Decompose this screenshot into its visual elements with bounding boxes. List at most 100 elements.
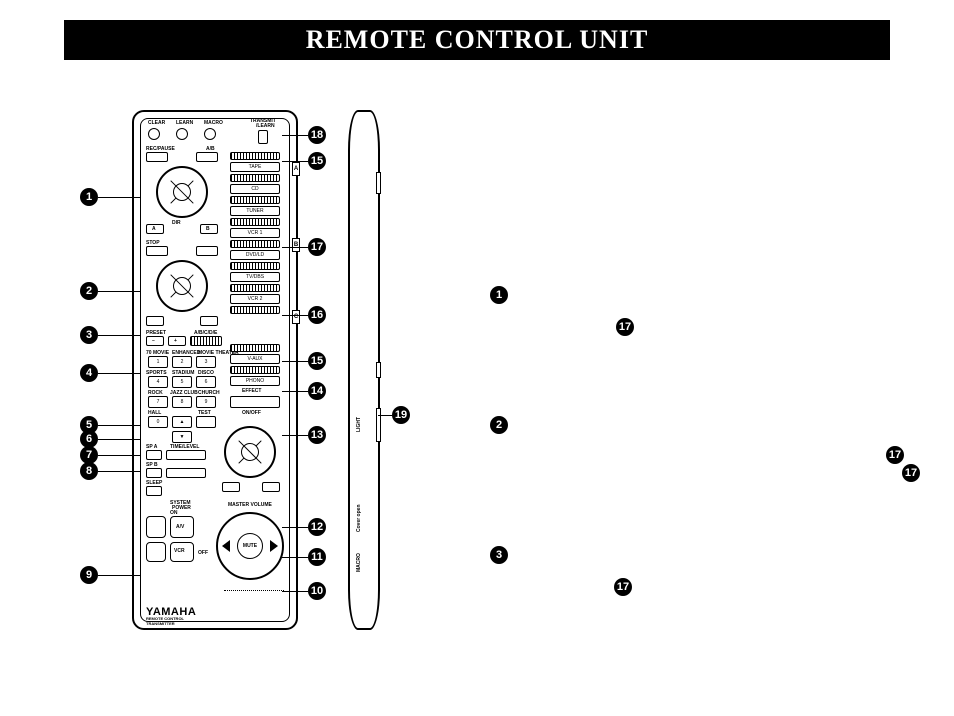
label-master-volume: MASTER VOLUME (228, 502, 272, 508)
callout-text-3-17: 17 (886, 446, 904, 464)
dpad-menu[interactable] (224, 426, 276, 478)
dsp-key-1[interactable]: 1 (148, 356, 168, 368)
remote-front: CLEAR LEARN MACRO TRANSMIT /LEARN REC/PA… (132, 110, 298, 630)
input-wave-2 (230, 174, 280, 182)
callout-right-12: 12 (308, 518, 326, 536)
leader-line (282, 591, 308, 592)
callout-right-13: 13 (308, 426, 326, 444)
spb-button[interactable] (146, 468, 162, 478)
clear-button[interactable] (148, 128, 160, 140)
rec-pause-button[interactable] (146, 152, 168, 162)
sleep-button[interactable] (146, 486, 162, 496)
callout-right-17: 17 (308, 238, 326, 256)
input-wave-8 (230, 306, 280, 314)
dsp-key-4[interactable]: 4 (148, 376, 168, 388)
callout-text-5-3: 3 (490, 546, 508, 564)
leader-line (282, 315, 308, 316)
label-cover-open: Cover open (356, 504, 362, 532)
timelevel-button[interactable] (166, 450, 206, 460)
dsp-key-3[interactable]: 3 (196, 356, 216, 368)
dsp-key-0[interactable]: 0 (148, 416, 168, 428)
side-tab-b[interactable]: B (292, 238, 300, 252)
side-light-button[interactable] (376, 408, 381, 442)
spa-button[interactable] (146, 450, 162, 460)
dsp-key-dn[interactable]: ▼ (172, 431, 192, 443)
dsp-key-5[interactable]: 5 (172, 376, 192, 388)
dsp-key-6[interactable]: 6 (196, 376, 216, 388)
label-clear: CLEAR (148, 120, 165, 126)
dsp-keypad-3: 7 8 9 (148, 396, 216, 408)
mute-button[interactable]: MUTE (237, 533, 263, 559)
input-tape[interactable]: TAPE (230, 162, 280, 172)
input-wave-1 (230, 152, 280, 160)
input-stack-top: TAPE CD TUNER VCR 1 DVD/LD TV/DBS VCR 2 (230, 152, 280, 316)
play-button[interactable] (196, 246, 218, 256)
label-side-macro: MACRO (356, 553, 362, 572)
side-tab-a[interactable]: A (292, 162, 300, 176)
setmenu-button[interactable] (166, 468, 206, 478)
power-buttons: ON A/V VCR OFF (146, 510, 206, 566)
input-wave-10 (230, 366, 280, 374)
stop-button[interactable] (146, 246, 168, 256)
input-vaux[interactable]: V-AUX (230, 354, 280, 364)
preset-wave (190, 336, 222, 346)
dpad2-right-button[interactable] (200, 316, 218, 326)
power-on-button[interactable] (146, 516, 166, 538)
input-vcr1[interactable]: VCR 1 (230, 228, 280, 238)
label-light: LIGHT (356, 417, 362, 432)
input-vcr2[interactable]: VCR 2 (230, 294, 280, 304)
input-phono[interactable]: PHONO (230, 376, 280, 386)
macro-button[interactable] (204, 128, 216, 140)
dsp-key-7[interactable]: 7 (148, 396, 168, 408)
dsp-key-9[interactable]: 9 (196, 396, 216, 408)
callout-right-15: 15 (308, 152, 326, 170)
label-dir-b: B (206, 226, 210, 232)
callout-left-9: 9 (80, 566, 98, 584)
leader-line (282, 391, 308, 392)
dpad-disc-center[interactable] (173, 277, 191, 295)
leader-line (98, 291, 140, 292)
master-volume-ring[interactable]: MUTE (216, 512, 284, 580)
leader-line (98, 471, 140, 472)
leader-line (282, 557, 308, 558)
dsp-key-2[interactable]: 2 (172, 356, 192, 368)
leader-line (98, 439, 140, 440)
leader-line (282, 361, 308, 362)
menu-right-button[interactable] (262, 482, 280, 492)
leader-line (378, 415, 392, 416)
dsp-key-test[interactable] (196, 416, 216, 428)
callout-left-4: 4 (80, 364, 98, 382)
side-tab-c[interactable]: C (292, 310, 300, 324)
preset-minus[interactable] (146, 336, 164, 346)
callout-right-18: 18 (308, 126, 326, 144)
preset-plus[interactable] (168, 336, 186, 346)
label-learn: LEARN (176, 120, 193, 126)
dpad-tape-center[interactable] (173, 183, 191, 201)
transmit-learn-indicator (258, 130, 268, 144)
input-tuner[interactable]: TUNER (230, 206, 280, 216)
input-wave-9 (230, 344, 280, 352)
dpad-disc[interactable] (156, 260, 208, 312)
callout-right-14: 14 (308, 382, 326, 400)
learn-button[interactable] (176, 128, 188, 140)
dsp-key-up[interactable]: ▲ (172, 416, 192, 428)
leader-line (282, 135, 308, 136)
input-dvdld[interactable]: DVD/LD (230, 250, 280, 260)
menu-left-button[interactable] (222, 482, 240, 492)
input-cd[interactable]: CD (230, 184, 280, 194)
power-off-button[interactable] (146, 542, 166, 562)
diagram-area: CLEAR LEARN MACRO TRANSMIT /LEARN REC/PA… (60, 110, 910, 670)
dsp-key-8[interactable]: 8 (172, 396, 192, 408)
input-wave-3 (230, 196, 280, 204)
dpad-menu-center[interactable] (241, 443, 259, 461)
dsp-keypad-2: 4 5 6 (148, 376, 216, 388)
callout-right-10: 10 (308, 582, 326, 600)
effect-button[interactable] (230, 396, 280, 408)
dotted-guide (224, 590, 284, 591)
ab-button[interactable] (196, 152, 218, 162)
dpad-tape[interactable] (156, 166, 208, 218)
side-notch-2 (376, 362, 381, 378)
label-vcr: VCR (174, 548, 185, 554)
input-tvdbs[interactable]: TV/DBS (230, 272, 280, 282)
dpad2-left-button[interactable] (146, 316, 164, 326)
